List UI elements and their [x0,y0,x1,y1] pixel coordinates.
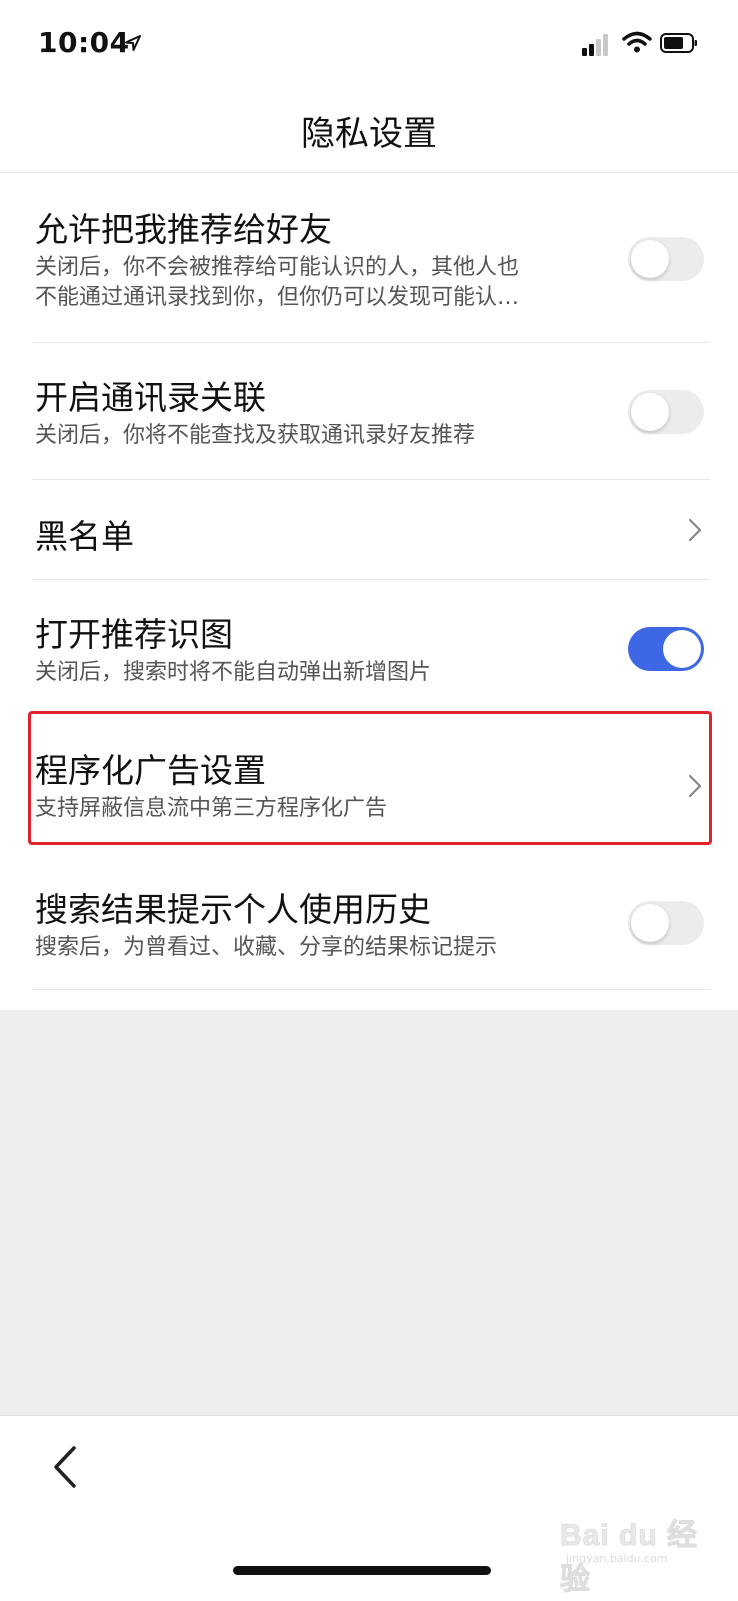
search-history-hint-toggle[interactable] [628,901,704,945]
signal-icon [582,34,612,60]
setting-description: 搜索后，为曾看过、收藏、分享的结果标记提示 [35,935,498,960]
contacts-link-toggle[interactable] [628,390,704,434]
setting-title: 允许把我推荐给好友 [35,210,332,249]
chevron-left-icon [54,1446,76,1488]
chevron-right-icon [688,774,702,802]
setting-programmatic-ads[interactable]: 程序化广告设置 支持屏蔽信息流中第三方程序化广告 [0,714,738,851]
setting-description-line: 关闭后，你不会被推荐给可能认识的人，其他人也 [35,255,520,280]
settings-list: 允许把我推荐给好友 关闭后，你不会被推荐给可能认识的人，其他人也 不能通过通讯录… [0,173,738,1010]
chevron-right-icon [688,518,702,546]
toggle-knob [631,904,669,942]
back-button[interactable] [48,1442,88,1492]
setting-description-line: 不能通过通讯录找到你，但你仍可以发现可能认… [35,285,520,310]
setting-description: 关闭后，你将不能查找及获取通讯录好友推荐 [35,423,476,448]
setting-description: 关闭后，你不会被推荐给可能认识的人，其他人也 不能通过通讯录找到你，但你仍可以发… [35,253,605,313]
setting-title: 搜索结果提示个人使用历史 [35,890,431,929]
setting-title: 开启通讯录关联 [35,378,266,417]
status-time: 10:04 [38,26,130,59]
battery-icon [660,33,698,57]
nav-bar: 隐私设置 [0,88,738,173]
setting-description: 关闭后，搜索时将不能自动弹出新增图片 [35,660,432,685]
location-arrow-icon [124,34,142,56]
setting-search-history-hint[interactable]: 搜索结果提示个人使用历史 搜索后，为曾看过、收藏、分享的结果标记提示 [0,851,738,990]
watermark-subtext: jingyan.baidu.com [566,1552,668,1565]
setting-blacklist[interactable]: 黑名单 [0,480,738,580]
home-indicator [233,1566,491,1575]
page-title: 隐私设置 [301,114,437,154]
setting-recommend-image-recognition[interactable]: 打开推荐识图 关闭后，搜索时将不能自动弹出新增图片 [0,580,738,714]
setting-title: 程序化广告设置 [35,751,266,790]
setting-title: 黑名单 [35,517,134,556]
setting-title: 打开推荐识图 [35,615,233,654]
toggle-knob [663,630,701,668]
setting-description: 支持屏蔽信息流中第三方程序化广告 [35,796,388,821]
status-bar: 10:04 [0,0,738,88]
setting-contacts-link[interactable]: 开启通讯录关联 关闭后，你将不能查找及获取通讯录好友推荐 [0,343,738,480]
toggle-knob [631,393,669,431]
wifi-icon [622,30,652,58]
watermark: Bai du 经验 jingyan.baidu.com [560,1502,720,1597]
recommend-image-recognition-toggle[interactable] [628,627,704,671]
toggle-knob [631,240,669,278]
recommend-to-friends-toggle[interactable] [628,237,704,281]
setting-recommend-to-friends[interactable]: 允许把我推荐给好友 关闭后，你不会被推荐给可能认识的人，其他人也 不能通过通讯录… [0,173,738,343]
divider [32,989,710,990]
